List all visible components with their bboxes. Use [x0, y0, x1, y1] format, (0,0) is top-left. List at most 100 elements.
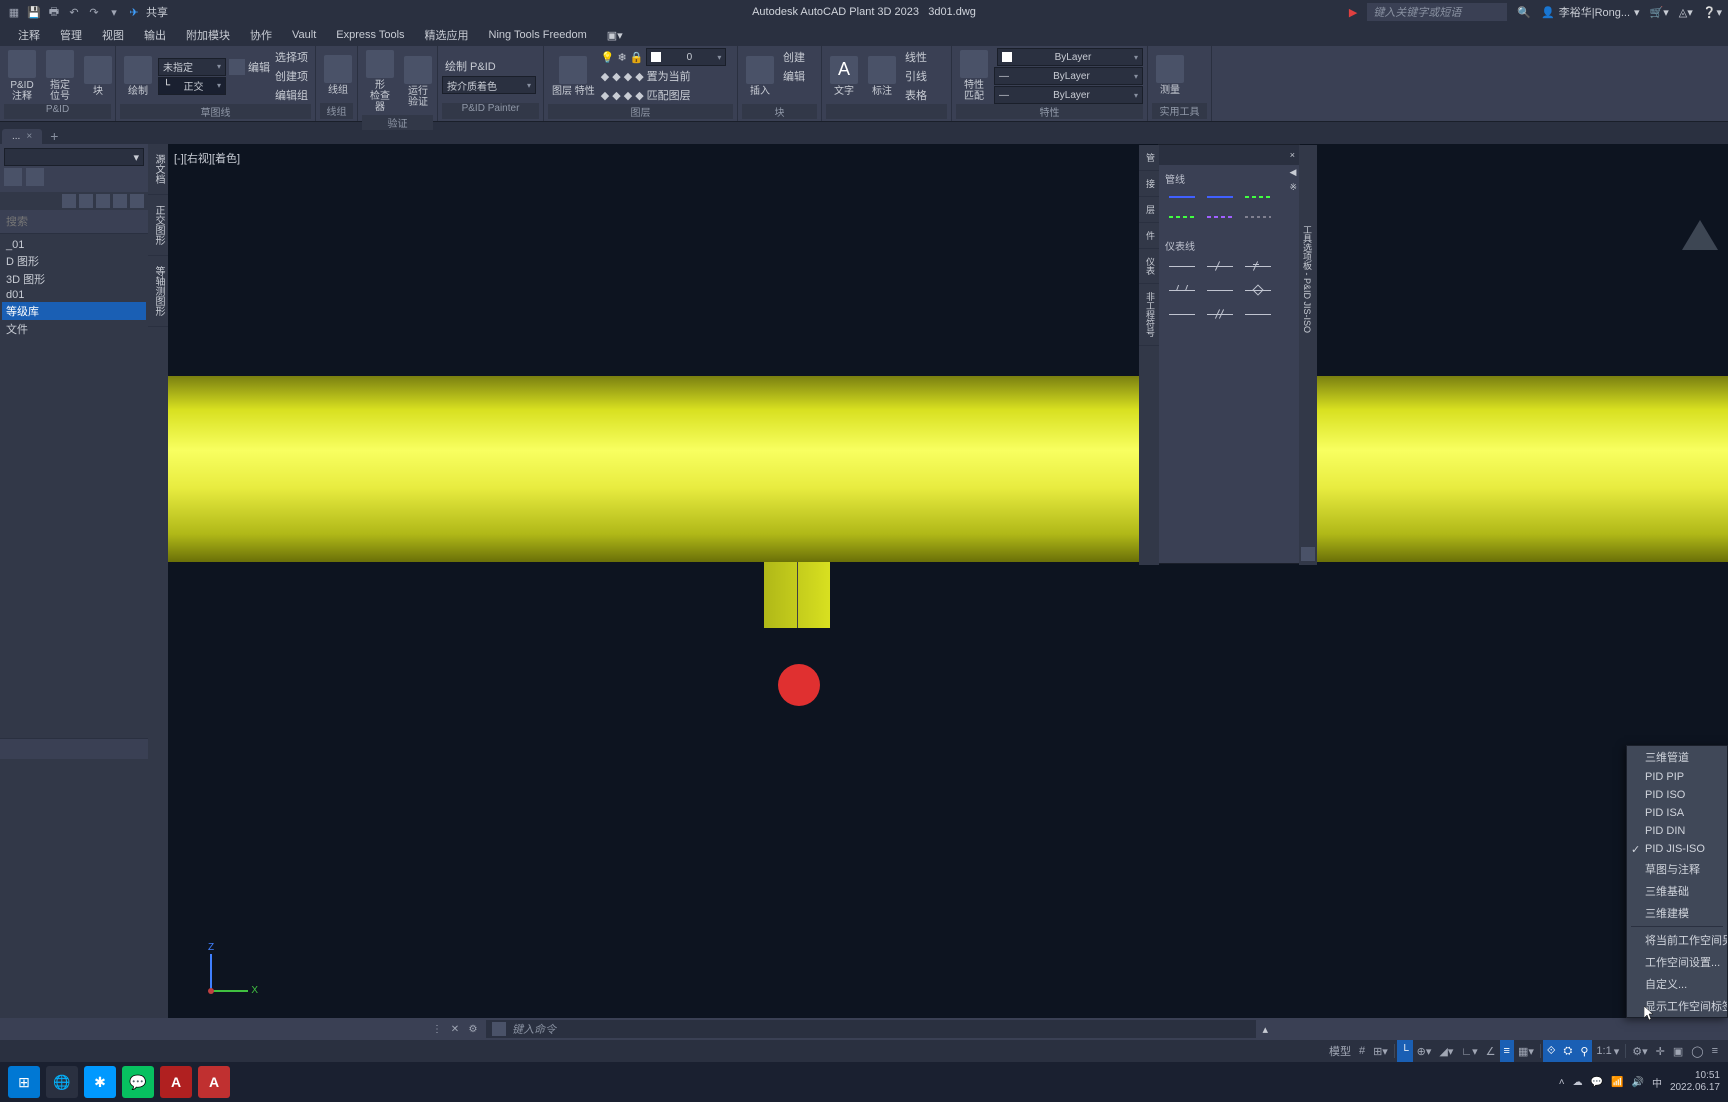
linetype-combo[interactable]: —ByLayer▾: [994, 86, 1143, 104]
ptab-layer[interactable]: 层: [1139, 197, 1159, 223]
si5-icon[interactable]: [130, 194, 144, 208]
isodraft-icon[interactable]: ◢▾: [1435, 1040, 1457, 1062]
ws-sketch[interactable]: 草图与注释: [1627, 858, 1727, 880]
tray-volume-icon[interactable]: 🔊: [1631, 1077, 1643, 1088]
ptab-pipe[interactable]: 管: [1139, 145, 1159, 171]
tree-item[interactable]: 3D 图形: [2, 270, 146, 288]
cmd-close-icon[interactable]: ✕: [448, 1022, 462, 1036]
draw-button[interactable]: 绘制: [120, 54, 156, 99]
si3-icon[interactable]: [96, 194, 110, 208]
l4-icon[interactable]: ◆: [635, 70, 643, 83]
xing-button[interactable]: 形检查器: [362, 48, 398, 115]
qat-undo-icon[interactable]: ↶: [66, 4, 82, 20]
vtab-ortho[interactable]: 正交图形: [148, 195, 168, 256]
linegroup-button[interactable]: 线组: [320, 53, 356, 98]
layerprop-button[interactable]: 图层 特性: [548, 54, 599, 99]
menu-ning[interactable]: Ning Tools Freedom: [479, 29, 597, 41]
menu-addins[interactable]: 附加模块: [176, 27, 240, 43]
help-icon[interactable]: ❔▾: [1703, 6, 1722, 19]
snap-icon[interactable]: ⊞▾: [1369, 1040, 1392, 1062]
palette-props-icon[interactable]: [1301, 547, 1315, 561]
wechat-app[interactable]: 💬: [122, 1066, 154, 1098]
tray-chevron-icon[interactable]: ˄: [1559, 1077, 1565, 1088]
text-button[interactable]: A文字: [826, 54, 862, 99]
si-search-icon[interactable]: [62, 194, 76, 208]
tree-item[interactable]: d01: [2, 288, 146, 302]
autocad-app2[interactable]: A: [198, 1066, 230, 1098]
lineweight-combo[interactable]: —ByLayer▾: [994, 67, 1143, 85]
measure-button[interactable]: 测量: [1152, 53, 1188, 98]
search-input[interactable]: [6, 216, 148, 228]
palette-pin-icon[interactable]: ◀: [1289, 167, 1297, 178]
project-tree[interactable]: _01 D 图形 3D 图形 d01 等级库 文件: [0, 234, 148, 738]
sym3[interactable]: [1245, 259, 1271, 273]
search-icon[interactable]: 🔍: [1517, 6, 1531, 19]
qat-new-icon[interactable]: ▦: [6, 4, 22, 20]
cmd-opts-icon[interactable]: ⚙: [466, 1022, 480, 1036]
viewport-label[interactable]: [-][右视][着色]: [174, 150, 240, 166]
si4-icon[interactable]: [113, 194, 127, 208]
tree-item[interactable]: D 图形: [2, 252, 146, 270]
line-gray-dash[interactable]: [1245, 212, 1271, 222]
ptab-parts[interactable]: 件: [1139, 223, 1159, 249]
ptab-noneng[interactable]: 非工程符号: [1139, 284, 1159, 346]
color-combo[interactable]: ByLayer▾: [997, 48, 1143, 66]
doc-tab-active[interactable]: ...×: [2, 129, 42, 144]
app-switcher-icon[interactable]: ◬▾: [1679, 6, 1693, 19]
tray-wifi-icon[interactable]: 📶: [1611, 1077, 1623, 1088]
transparency-icon[interactable]: ▦▾: [1514, 1040, 1538, 1062]
tree-item[interactable]: _01: [2, 238, 146, 252]
viewcube[interactable]: [1678, 214, 1722, 258]
insert-button[interactable]: 插入: [742, 54, 778, 99]
edit-icon[interactable]: [229, 59, 245, 75]
start-button[interactable]: ⊞: [8, 1066, 40, 1098]
tb-ico1[interactable]: [4, 168, 22, 186]
command-input[interactable]: 键入命令: [486, 1020, 1256, 1038]
l6-icon[interactable]: ◆: [612, 89, 620, 102]
cart-icon[interactable]: 🛒▾: [1650, 6, 1669, 19]
qat-print-icon[interactable]: 🖶: [46, 4, 62, 20]
project-combo[interactable]: ▾: [4, 148, 144, 166]
sym6[interactable]: [1245, 283, 1271, 297]
run-button[interactable]: 运行验证: [400, 54, 436, 110]
ws-piddin[interactable]: PID DIN: [1627, 822, 1727, 840]
menu-express[interactable]: Express Tools: [326, 29, 414, 41]
l2-icon[interactable]: ◆: [612, 70, 620, 83]
layer-bulb-icon[interactable]: 💡: [601, 51, 615, 64]
ws-pidpip[interactable]: PID PIP: [1627, 768, 1727, 786]
annoscale-icon[interactable]: ⛭: [1560, 1040, 1577, 1062]
tray-ime[interactable]: 中: [1652, 1075, 1662, 1090]
sb-menu-icon[interactable]: ≡: [1708, 1040, 1722, 1062]
menu-manage[interactable]: 管理: [50, 27, 92, 43]
sb-monitor-icon[interactable]: ▣: [1669, 1040, 1687, 1062]
line-blue[interactable]: [1169, 192, 1195, 202]
props-button[interactable]: 特性匹配: [956, 48, 992, 104]
vtab-source[interactable]: 源文档: [148, 144, 168, 195]
menu-annotate[interactable]: 注释: [8, 27, 50, 43]
ws-3dmodel[interactable]: 三维建模: [1627, 902, 1727, 924]
ws-3dbasic[interactable]: 三维基础: [1627, 880, 1727, 902]
clock[interactable]: 10:51 2022.06.17: [1670, 1070, 1720, 1094]
sb-custom-icon[interactable]: ◯: [1687, 1040, 1707, 1062]
menu-output[interactable]: 输出: [134, 27, 176, 43]
sym1[interactable]: [1169, 259, 1195, 273]
close-tab-icon[interactable]: ×: [26, 131, 32, 142]
layer-combo[interactable]: 0▾: [646, 48, 726, 66]
app-star[interactable]: ✱: [84, 1066, 116, 1098]
ortho-combo[interactable]: └正交▾: [158, 77, 226, 95]
workspace-gear-icon[interactable]: ⚙▾: [1628, 1040, 1651, 1062]
cmd-expand-icon[interactable]: ▴: [1262, 1023, 1268, 1036]
annotate-button[interactable]: 标注: [864, 54, 900, 99]
ptab-fitting[interactable]: 接: [1139, 171, 1159, 197]
ws-custom[interactable]: 自定义...: [1627, 973, 1727, 995]
colorby-combo[interactable]: 按介质着色▾: [442, 76, 536, 94]
osnap-icon[interactable]: ∟▾: [1457, 1040, 1481, 1062]
ortho-toggle[interactable]: └: [1397, 1040, 1413, 1062]
menu-collab[interactable]: 协作: [240, 27, 282, 43]
tag-number-button[interactable]: 指定 位号: [42, 48, 78, 104]
qat-save-icon[interactable]: 💾: [26, 4, 42, 20]
ws-pidiso[interactable]: PID ISO: [1627, 786, 1727, 804]
menu-overflow[interactable]: ▣▾: [597, 29, 633, 42]
pid-note-button[interactable]: P&ID 注释: [4, 48, 40, 104]
ptab-instr[interactable]: 仪表: [1139, 249, 1159, 284]
